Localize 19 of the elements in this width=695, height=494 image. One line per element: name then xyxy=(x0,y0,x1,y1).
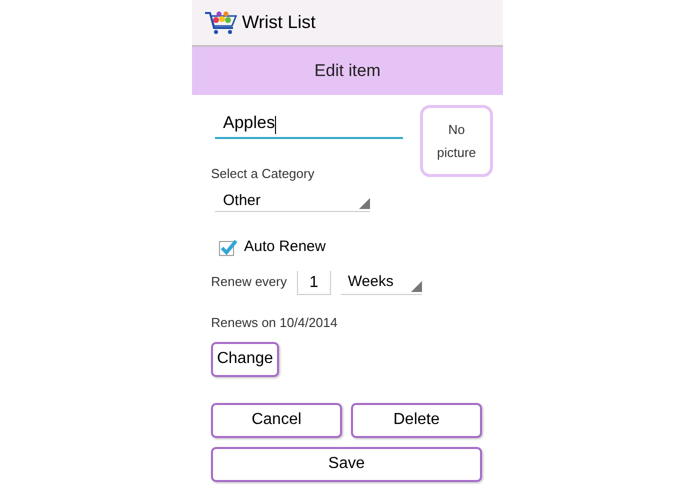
renews-on-text: Renews on 10/4/2014 xyxy=(211,314,338,332)
cancel-button[interactable]: Cancel xyxy=(211,402,342,438)
no-picture-button[interactable]: No picture xyxy=(420,105,493,177)
save-button[interactable]: Save xyxy=(211,446,482,482)
auto-renew-checkbox[interactable] xyxy=(219,238,238,256)
app-title: Wrist List xyxy=(242,11,316,34)
auto-renew-label: Auto Renew xyxy=(244,236,326,256)
renew-unit-dropdown[interactable]: Weeks xyxy=(340,271,422,295)
category-label: Select a Category xyxy=(211,165,316,183)
renew-every-label: Renew every xyxy=(211,272,287,291)
dropdown-caret-icon xyxy=(410,281,422,292)
name-input-field[interactable]: Apples xyxy=(215,113,403,139)
shopping-cart-icon xyxy=(204,10,238,36)
screen-header: Edit item xyxy=(192,47,503,95)
change-button[interactable]: Change xyxy=(211,342,279,376)
dropdown-caret-icon xyxy=(359,198,370,208)
delete-button[interactable]: Delete xyxy=(351,402,482,438)
renew-count-field[interactable]: 1 xyxy=(296,271,331,295)
category-dropdown[interactable]: Other xyxy=(215,190,370,212)
